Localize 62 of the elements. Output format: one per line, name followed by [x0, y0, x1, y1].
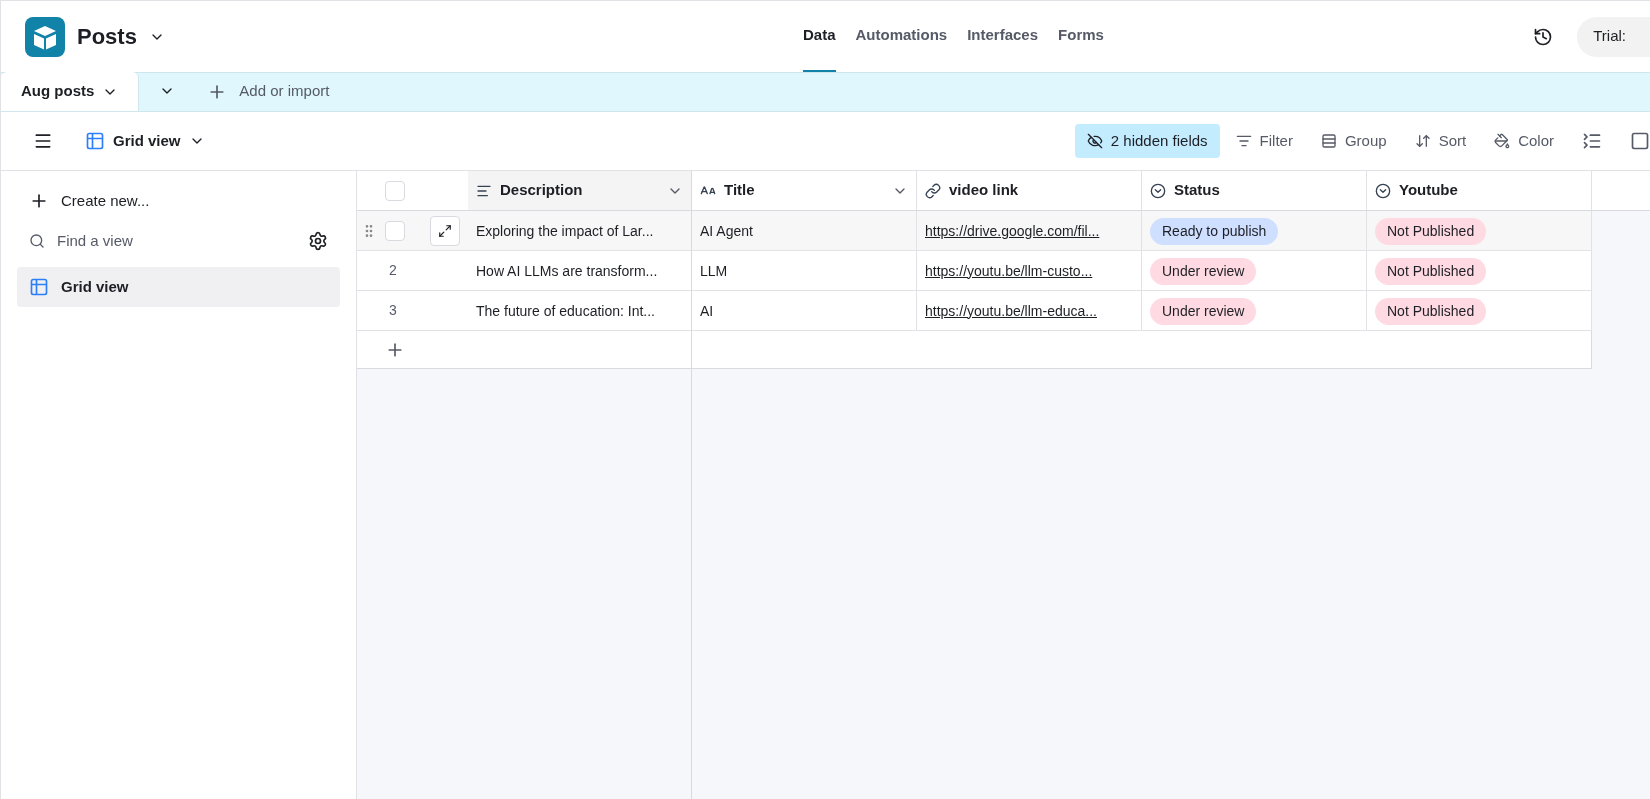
search-icon [29, 233, 45, 249]
nav-tab[interactable]: Interfaces [967, 1, 1039, 72]
grid-icon [29, 277, 49, 297]
table-row[interactable]: Exploring the impact of Lar... AI Agent https://drive.google.com/fil... Ready to publish Not Published [357, 211, 1592, 251]
nav-tab[interactable]: Automations [855, 1, 948, 72]
settings-icon[interactable] [308, 231, 328, 251]
logo-icon [25, 16, 65, 57]
filter-icon [1235, 133, 1252, 149]
create-new-button[interactable]: Create new... [17, 183, 340, 219]
toolbar-button[interactable]: Filter [1223, 124, 1305, 158]
expand-icon [438, 223, 452, 238]
sort-icon [1414, 133, 1431, 149]
link-icon [925, 182, 941, 199]
video-link[interactable]: https://youtu.be/llm-custo... [925, 260, 1093, 282]
status-tag: Not Published [1375, 297, 1487, 325]
status-tag: Not Published [1375, 257, 1487, 285]
trial-button[interactable]: Trial: [1577, 16, 1650, 57]
paint-bucket-icon [1494, 133, 1511, 149]
table-cell-text: LLM [700, 261, 728, 281]
status-tag: Under review [1150, 297, 1257, 325]
table-row[interactable]: 2 How AI LLMs are transform... LLM https://youtu.be/llm-custo... Under review Not Published [357, 251, 1592, 291]
search-field[interactable]: Find a view [57, 229, 296, 253]
row-number: 3 [389, 301, 397, 320]
table-tab[interactable]: Aug posts [1, 72, 140, 111]
select-all-checkbox[interactable] [385, 180, 405, 201]
expand-button[interactable] [430, 215, 460, 246]
sidebar-item[interactable]: Grid view [17, 267, 340, 307]
view-switcher[interactable]: Grid view [77, 129, 213, 153]
status-tag: Not Published [1375, 217, 1487, 245]
table-cell-text: AI Agent [700, 221, 753, 241]
chevron-circle-icon [1150, 182, 1166, 199]
row-height-icon[interactable] [1582, 131, 1602, 151]
toolbar-button[interactable]: 2 hidden fields [1074, 124, 1220, 158]
table-row[interactable]: 3 The future of education: Int... AI https://youtu.be/llm-educa... Under review Not Published [357, 291, 1592, 331]
column-header[interactable]: Title [692, 171, 917, 210]
nav-tab[interactable]: Forms [1058, 1, 1104, 72]
video-link[interactable]: https://youtu.be/llm-educa... [925, 300, 1097, 322]
table-cell-text: AI [700, 301, 714, 321]
eye-off-icon [1086, 133, 1103, 149]
toolbar-button[interactable]: Group [1308, 124, 1399, 158]
table-cell-text: How AI LLMs are transform... [476, 261, 658, 281]
chevron-circle-icon [1375, 182, 1391, 199]
square-icon[interactable] [1630, 131, 1650, 151]
table-cell-text: The future of education: Int... [476, 301, 655, 321]
toolbar-button[interactable]: Color [1482, 124, 1566, 158]
toolbar-button[interactable]: Sort [1402, 124, 1479, 158]
grid-icon [85, 131, 105, 151]
row-number: 2 [389, 261, 397, 280]
history-icon[interactable] [1533, 26, 1554, 47]
base-name[interactable]: Posts [77, 20, 137, 53]
status-tag: Under review [1150, 257, 1257, 285]
column-header[interactable]: Youtube [1367, 171, 1592, 210]
group-icon [1320, 133, 1337, 149]
status-tag: Ready to publish [1150, 217, 1279, 245]
menu-icon[interactable] [33, 131, 53, 151]
table-cell-text: Exploring the impact of Lar... [476, 221, 654, 241]
column-header[interactable]: Status [1142, 171, 1367, 210]
column-header[interactable]: Description [468, 171, 692, 210]
column-header[interactable]: video link [917, 171, 1142, 210]
row-checkbox[interactable] [385, 220, 405, 241]
video-link[interactable]: https://drive.google.com/fil... [925, 220, 1100, 242]
add-import-button[interactable]: Add or import [195, 72, 342, 111]
